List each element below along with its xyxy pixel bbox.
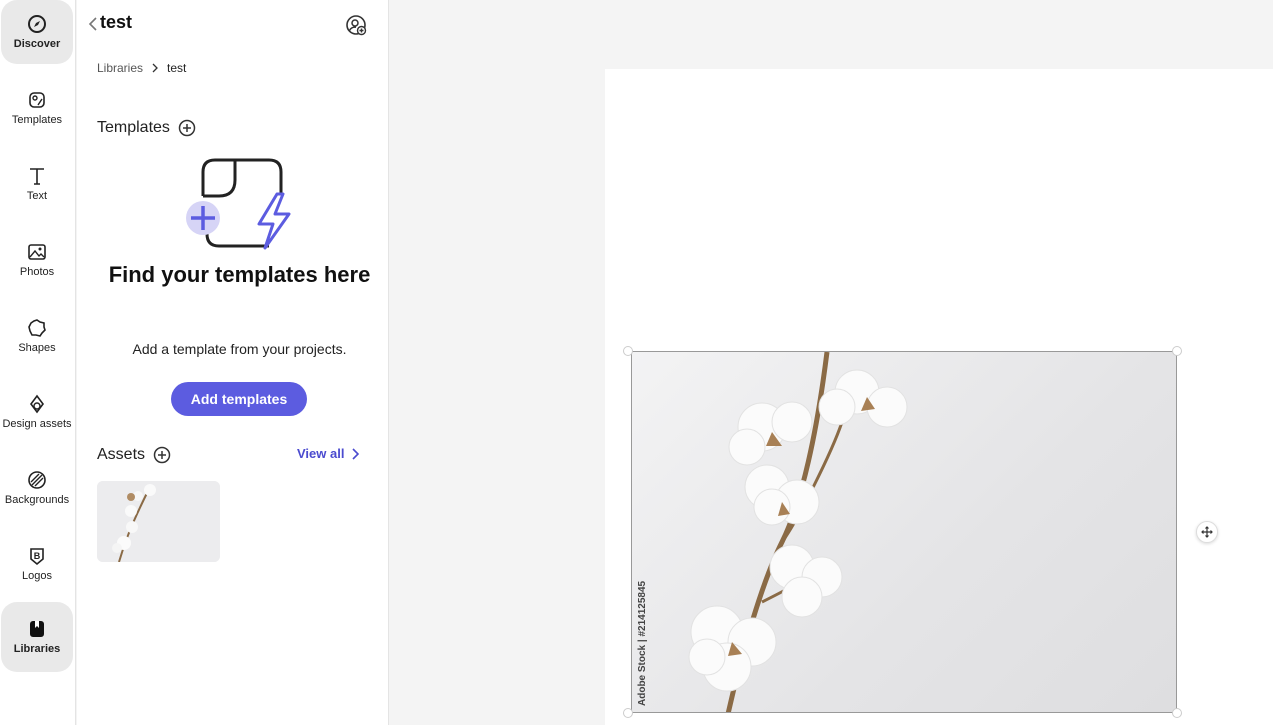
chevron-right-icon	[352, 447, 360, 460]
rail-label: Templates	[11, 114, 63, 126]
back-chevron-icon[interactable]	[87, 14, 99, 34]
empty-state-subtitle: Add a template from your projects.	[132, 341, 347, 357]
resize-handle-top-right[interactable]	[1172, 346, 1182, 356]
photos-icon	[28, 244, 46, 260]
breadcrumb-libraries-link[interactable]: Libraries	[97, 61, 143, 75]
rail-item-libraries[interactable]: Libraries	[1, 602, 73, 672]
templates-section-header: Templates	[97, 119, 196, 137]
templates-heading: Templates	[97, 119, 170, 136]
move-handle[interactable]	[1196, 521, 1218, 543]
share-library-icon[interactable]	[345, 14, 367, 36]
library-panel: test Libraries test Templates Find your …	[77, 0, 389, 725]
empty-state-title: Find your templates here	[108, 262, 371, 287]
add-templates-button[interactable]: Add templates	[171, 382, 307, 416]
cotton-branch-image	[688, 352, 908, 712]
rail-label: Shapes	[18, 342, 56, 354]
view-all-label: View all	[297, 446, 345, 461]
logos-icon: B	[30, 548, 44, 566]
breadcrumb-current: test	[167, 61, 187, 75]
rail-item-discover[interactable]: Discover	[1, 0, 73, 64]
add-template-icon[interactable]	[178, 119, 196, 137]
rail-item-logos[interactable]: B Logos	[1, 532, 73, 596]
photo-watermark: Adobe Stock | #214125845	[637, 580, 648, 706]
templates-icon	[29, 92, 45, 108]
chevron-right-icon	[152, 63, 158, 73]
assets-heading: Assets	[97, 446, 146, 463]
rail-item-photos[interactable]: Photos	[1, 228, 73, 292]
svg-text:B: B	[34, 551, 41, 561]
templates-empty-illustration	[186, 158, 291, 250]
resize-handle-bottom-left[interactable]	[623, 708, 633, 718]
backgrounds-icon	[28, 471, 46, 489]
rail-label: Logos	[22, 570, 52, 582]
left-rail: Discover Templates Text Photos Shapes De…	[0, 0, 76, 725]
libraries-icon	[30, 621, 44, 637]
panel-title: test	[100, 12, 133, 32]
rail-item-shapes[interactable]: Shapes	[1, 304, 73, 368]
rail-label: Libraries	[13, 643, 61, 655]
rail-item-text[interactable]: Text	[1, 152, 73, 216]
rail-label: Text	[26, 190, 48, 202]
assets-section-header: Assets	[97, 446, 171, 464]
resize-handle-top-left[interactable]	[623, 346, 633, 356]
asset-thumbnail[interactable]	[97, 481, 220, 562]
rail-label: Discover	[13, 38, 61, 50]
rail-label: Backgrounds	[4, 494, 70, 506]
resize-handle-bottom-right[interactable]	[1172, 708, 1182, 718]
move-arrows-icon	[1201, 526, 1213, 538]
discover-icon	[28, 15, 46, 33]
rail-label: Photos	[19, 266, 55, 278]
rail-item-backgrounds[interactable]: Backgrounds	[1, 456, 73, 520]
add-asset-icon[interactable]	[153, 446, 171, 464]
view-all-link[interactable]: View all	[297, 446, 360, 461]
canvas-photo[interactable]: Adobe Stock | #214125845	[631, 351, 1177, 713]
rail-label: Design assets	[2, 418, 72, 430]
shapes-icon	[28, 319, 46, 337]
text-icon	[30, 168, 44, 185]
breadcrumb: Libraries test	[97, 61, 186, 75]
cotton-branch-image	[97, 481, 220, 562]
rail-item-design-assets[interactable]: Design assets	[1, 380, 73, 444]
rail-item-templates[interactable]: Templates	[1, 76, 73, 140]
design-assets-icon	[30, 394, 44, 414]
